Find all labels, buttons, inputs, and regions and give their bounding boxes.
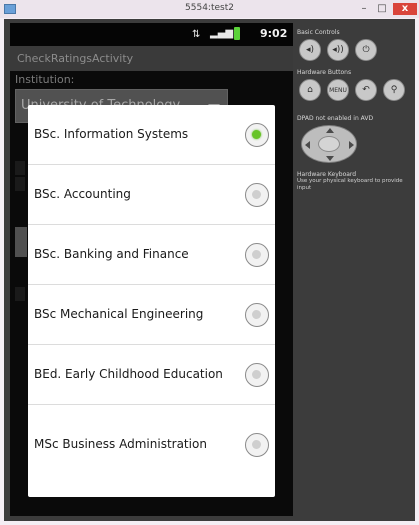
radio-dot-icon (252, 190, 261, 199)
maximize-button[interactable]: □ (374, 3, 390, 15)
obscured-spinner (15, 227, 27, 257)
radio-button[interactable] (245, 243, 269, 267)
power-icon: ⏻ (362, 45, 370, 55)
course-option-label: MSc Business Administration (34, 437, 207, 451)
data-arrows-icon: ⇅ (192, 29, 201, 40)
radio-button[interactable] (245, 303, 269, 327)
volume-up-button[interactable]: ◂)) (327, 39, 349, 61)
dpad-center-button[interactable] (318, 136, 340, 152)
obscured-label (15, 287, 25, 301)
course-option-label: BEd. Early Childhood Education (34, 367, 223, 381)
close-button[interactable]: x (393, 3, 417, 15)
dpad-right-icon[interactable] (349, 141, 354, 149)
home-button[interactable]: ⌂ (299, 79, 321, 101)
dpad-up-icon[interactable] (326, 128, 334, 133)
search-button[interactable]: ⚲ (383, 79, 405, 101)
course-option-information-systems[interactable]: BSc. Information Systems (28, 105, 275, 165)
course-option-label: BSc. Accounting (34, 187, 131, 201)
hardware-buttons-heading: Hardware Buttons (297, 69, 352, 76)
minimize-button[interactable]: – (356, 3, 372, 15)
obscured-label (15, 161, 25, 175)
dpad-down-icon[interactable] (326, 156, 334, 161)
volume-up-icon: ◂)) (332, 45, 344, 55)
dpad-left-icon[interactable] (305, 141, 310, 149)
battery-icon (234, 27, 240, 40)
course-option-accounting[interactable]: BSc. Accounting (28, 165, 275, 225)
menu-button[interactable]: MENU (327, 79, 349, 101)
volume-down-button[interactable]: ◂) (299, 39, 321, 61)
radio-dot-icon (252, 440, 261, 449)
menu-label: MENU (329, 86, 347, 94)
status-time: 9:02 (260, 27, 288, 40)
course-option-label: BSc. Information Systems (34, 127, 189, 141)
radio-dot-icon (252, 310, 261, 319)
course-option-label: BSc. Banking and Finance (34, 247, 189, 261)
course-choice-dialog: BSc. Information Systems BSc. Accounting… (28, 105, 275, 497)
keyboard-heading: Hardware Keyboard (297, 171, 357, 178)
radio-dot-icon (252, 250, 261, 259)
keyboard-note: Use your physical keyboard to provide in… (297, 178, 403, 191)
home-icon: ⌂ (307, 85, 313, 95)
radio-button-checked[interactable] (245, 123, 269, 147)
radio-dot-icon (252, 370, 261, 379)
window-title-bar: 5554:test2 – □ x (0, 0, 419, 18)
radio-button[interactable] (245, 183, 269, 207)
dpad-heading: DPAD not enabled in AVD (297, 115, 374, 122)
course-option-mechanical-engineering[interactable]: BSc Mechanical Engineering (28, 285, 275, 345)
back-button[interactable]: ↶ (355, 79, 377, 101)
search-icon: ⚲ (390, 85, 398, 95)
course-option-label: BSc Mechanical Engineering (34, 307, 204, 321)
radio-dot-icon (252, 130, 261, 139)
activity-title-bar: CheckRatingsActivity (10, 46, 293, 71)
emulator-window: 5554:test2 – □ x ⇅ ▂▄▆ 9:02 CheckRatings… (0, 0, 419, 525)
obscured-label (15, 177, 25, 191)
course-option-banking-finance[interactable]: BSc. Banking and Finance (28, 225, 275, 285)
signal-icon: ▂▄▆ (210, 28, 234, 39)
radio-button[interactable] (245, 433, 269, 457)
back-icon: ↶ (362, 85, 370, 95)
status-bar: ⇅ ▂▄▆ 9:02 (10, 23, 293, 46)
activity-title: CheckRatingsActivity (17, 52, 134, 65)
phone-screen: ⇅ ▂▄▆ 9:02 CheckRatingsActivity Institut… (10, 23, 293, 516)
power-button[interactable]: ⏻ (355, 39, 377, 61)
dpad-control[interactable] (301, 125, 357, 163)
course-option-early-childhood[interactable]: BEd. Early Childhood Education (28, 345, 275, 405)
emulator-controls-panel: Basic Controls ◂) ◂)) ⏻ Hardware Buttons… (293, 23, 415, 521)
basic-controls-heading: Basic Controls (297, 29, 340, 36)
radio-button[interactable] (245, 363, 269, 387)
course-option-business-admin[interactable]: MSc Business Administration (28, 405, 275, 497)
institution-label: Institution: (15, 73, 75, 86)
volume-down-icon: ◂) (305, 45, 315, 55)
